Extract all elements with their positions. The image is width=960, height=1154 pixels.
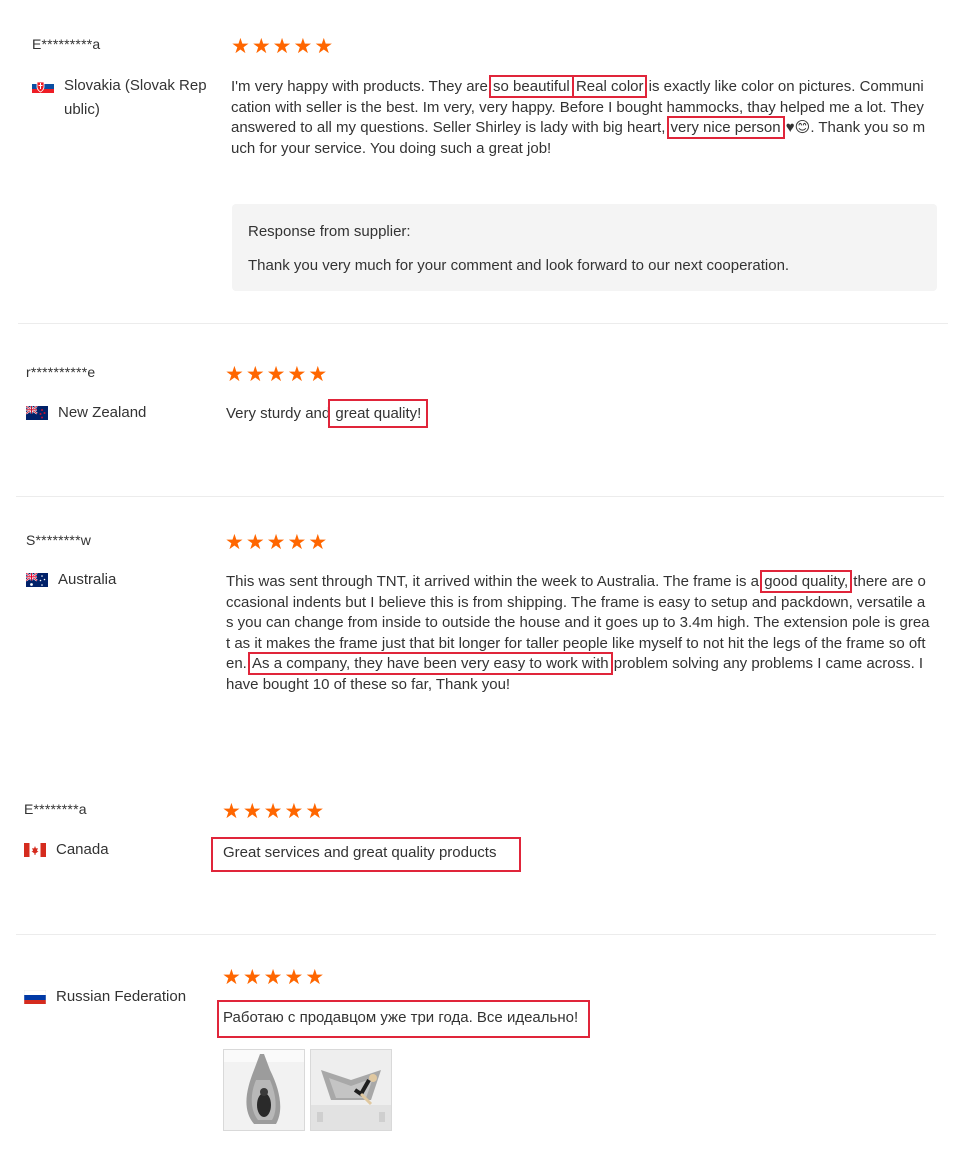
buyer-country: New Zealand — [26, 401, 146, 425]
highlighted-phrase: very nice person — [666, 116, 785, 139]
buyer-country: Australia — [26, 568, 116, 592]
star-icon: ★ — [242, 965, 262, 989]
country-name: New Zealand — [58, 404, 147, 421]
russia-flag-icon — [24, 989, 46, 1004]
canada-flag-icon — [24, 842, 46, 857]
hammock-photo-1 — [224, 1050, 304, 1130]
star-rating: ★ ★ ★ ★ ★ — [225, 364, 327, 385]
star-icon: ★ — [305, 965, 325, 989]
star-icon: ★ — [284, 965, 304, 989]
star-icon: ★ — [231, 34, 250, 58]
supplier-response: Response from supplier: Thank you very m… — [232, 204, 937, 291]
review-text: I'm very happy with products. They are s… — [231, 75, 931, 159]
star-icon: ★ — [222, 799, 241, 823]
review-text-part: I'm very happy with products. They are — [231, 78, 493, 95]
review-text: Very sturdy and great quality! — [226, 399, 926, 428]
star-icon: ★ — [314, 34, 334, 58]
australia-flag-icon — [26, 572, 48, 587]
star-icon: ★ — [272, 34, 292, 58]
highlighted-phrase: so beautiful — [489, 75, 574, 98]
buyer-country: Canada — [24, 838, 109, 862]
star-icon: ★ — [287, 362, 307, 386]
buyer-name: S********w — [26, 532, 92, 548]
country-name: Canada — [56, 841, 109, 858]
review-text-part: This was sent through TNT, it arrived wi… — [226, 573, 764, 590]
hammock-photo-2 — [311, 1050, 391, 1130]
star-icon: ★ — [305, 799, 325, 823]
star-icon: ★ — [225, 530, 244, 554]
star-icon: ★ — [308, 362, 328, 386]
review-text: Great services and great quality product… — [211, 837, 521, 872]
star-icon: ★ — [266, 530, 286, 554]
star-icon: ★ — [293, 34, 313, 58]
star-icon: ★ — [245, 362, 265, 386]
response-text: Thank you very much for your comment and… — [248, 257, 790, 274]
star-icon: ★ — [222, 965, 241, 989]
divider — [16, 934, 936, 935]
review-photo[interactable] — [223, 1049, 305, 1131]
country-name: Australia — [58, 571, 117, 588]
highlighted-phrase: good quality, — [760, 570, 853, 593]
buyer-name: E*********a — [32, 36, 101, 52]
star-rating: ★ ★ ★ ★ ★ — [222, 967, 324, 988]
star-icon: ★ — [225, 362, 244, 386]
new-zealand-flag-icon — [26, 405, 48, 420]
highlighted-phrase: As a company, they have been very easy t… — [248, 652, 613, 675]
buyer-country: Russian Federation — [24, 985, 186, 1009]
country-name: Slovakia (Slovak Rep ublic) — [64, 77, 207, 118]
star-rating: ★ ★ ★ ★ ★ — [231, 36, 333, 57]
star-icon: ★ — [287, 530, 307, 554]
highlighted-phrase: Great services and great quality product… — [211, 837, 521, 872]
divider — [16, 496, 944, 497]
star-icon: ★ — [263, 965, 283, 989]
slovakia-flag-icon — [32, 78, 54, 93]
response-title: Response from supplier: — [248, 223, 411, 240]
review-photo[interactable] — [310, 1049, 392, 1131]
star-icon: ★ — [263, 799, 283, 823]
highlighted-phrase: Real color — [571, 75, 648, 98]
star-icon: ★ — [266, 362, 286, 386]
divider — [18, 323, 948, 324]
review-text: This was sent through TNT, it arrived wi… — [226, 570, 931, 695]
buyer-name: r**********e — [26, 364, 96, 380]
star-icon: ★ — [251, 34, 271, 58]
buyer-name: E********a — [24, 801, 87, 817]
star-icon: ★ — [284, 799, 304, 823]
star-icon: ★ — [242, 799, 262, 823]
country-name: Russian Federation — [56, 988, 187, 1005]
star-rating: ★ ★ ★ ★ ★ — [222, 801, 324, 822]
review-text-part: Very sturdy and — [226, 405, 335, 422]
star-rating: ★ ★ ★ ★ ★ — [225, 532, 327, 553]
highlighted-phrase: Работаю с продавцом уже три года. Все ид… — [217, 1000, 591, 1038]
highlighted-phrase: great quality! — [328, 399, 429, 428]
buyer-country: Slovakia (Slovak Rep ublic) — [32, 74, 217, 122]
star-icon: ★ — [245, 530, 265, 554]
star-icon: ★ — [308, 530, 328, 554]
review-text: Работаю с продавцом уже три года. Все ид… — [217, 1000, 591, 1038]
